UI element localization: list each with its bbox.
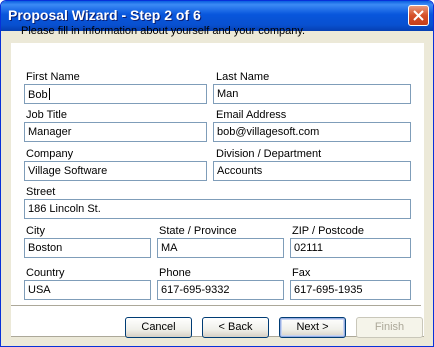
cancel-button[interactable]: Cancel [125, 317, 192, 338]
intro-text: Please fill in information about yoursel… [21, 25, 306, 37]
text-caret [48, 88, 50, 100]
next-button[interactable]: Next > [279, 317, 346, 338]
country-field[interactable]: USA [24, 280, 151, 300]
street-label: Street [26, 186, 56, 198]
job-title-field[interactable]: Manager [24, 122, 207, 142]
first-name-label: First Name [26, 71, 80, 83]
finish-button: Finish [356, 317, 423, 338]
close-button[interactable] [408, 5, 429, 26]
zip-field[interactable]: 02111 [290, 238, 411, 258]
company-field[interactable]: Village Software [24, 161, 207, 181]
job-title-label: Job Title [26, 109, 67, 121]
city-field[interactable]: Boston [24, 238, 151, 258]
button-separator [11, 305, 421, 307]
phone-field[interactable]: 617-695-9332 [157, 280, 284, 300]
window-title: Proposal Wizard - Step 2 of 6 [8, 7, 201, 23]
zip-label: ZIP / Postcode [292, 225, 364, 237]
state-field[interactable]: MA [157, 238, 284, 258]
first-name-value: Bob [28, 89, 48, 101]
division-label: Division / Department [216, 148, 322, 160]
phone-label: Phone [159, 267, 191, 279]
company-label: Company [26, 148, 74, 160]
back-button[interactable]: < Back [202, 317, 269, 338]
division-field[interactable]: Accounts [213, 161, 411, 181]
wizard-window: Proposal Wizard - Step 2 of 6 Please fil… [0, 0, 434, 347]
last-name-field[interactable]: Man [213, 84, 411, 104]
first-name-field[interactable]: Bob [24, 84, 207, 104]
fax-field[interactable]: 617-695-1935 [290, 280, 411, 300]
fax-label: Fax [292, 267, 311, 279]
street-field[interactable]: 186 Lincoln St. [24, 199, 411, 219]
country-label: Country [26, 267, 65, 279]
email-label: Email Address [216, 109, 287, 121]
city-label: City [26, 225, 45, 237]
last-name-label: Last Name [216, 71, 270, 83]
email-field[interactable]: bob@villagesoft.com [213, 122, 411, 142]
close-icon [413, 10, 424, 21]
state-label: State / Province [159, 225, 237, 237]
